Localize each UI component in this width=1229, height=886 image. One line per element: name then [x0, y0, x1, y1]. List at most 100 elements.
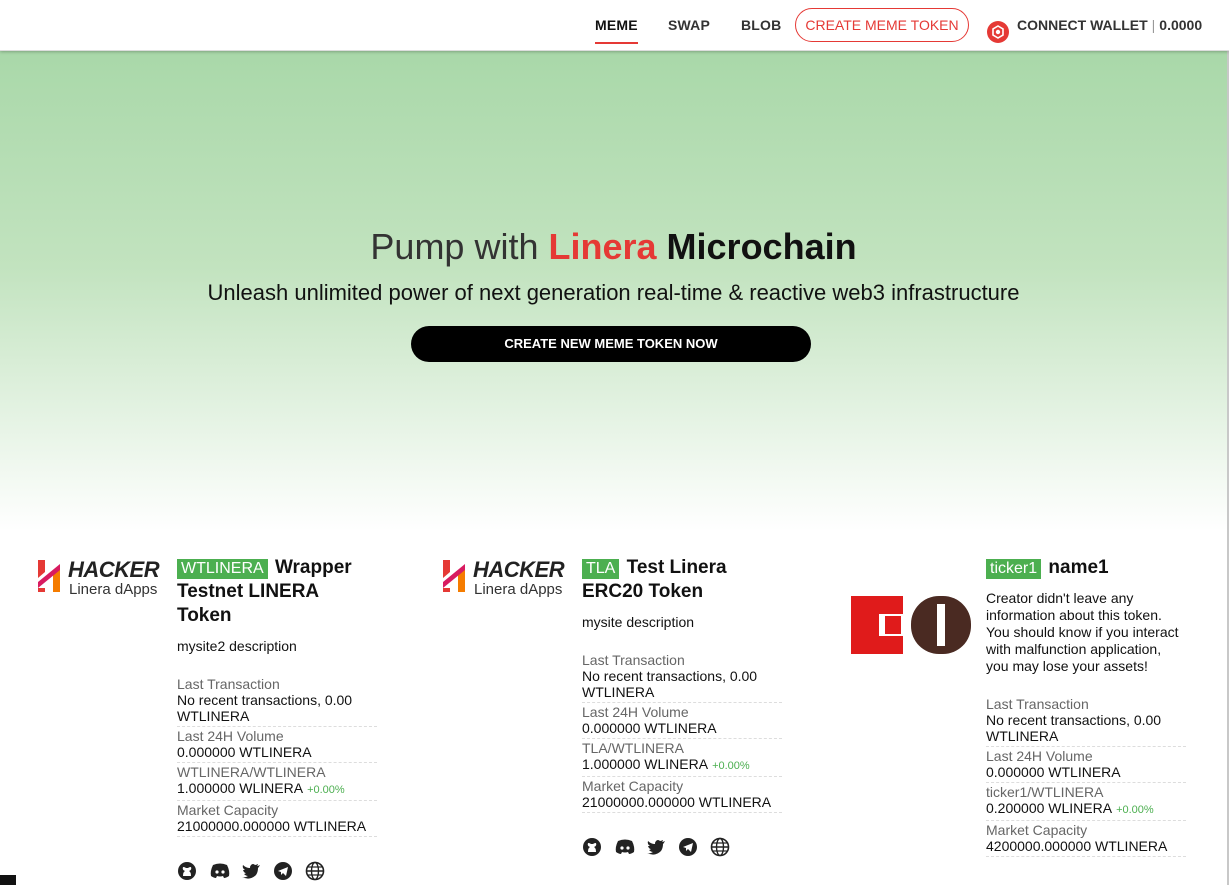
stat-last-transaction: Last Transaction No recent transactions,…	[986, 695, 1186, 747]
hacker-logo-icon	[38, 560, 60, 592]
stat-label: ticker1/WTLINERA	[986, 784, 1104, 800]
token-logo: HACKER Linera dApps	[441, 556, 576, 598]
pair-price: 1.000000 WLINERA	[177, 780, 304, 796]
stat-value: No recent transactions, 0.00 WTLINERA	[582, 668, 758, 700]
token-ticker-badge: TLA	[582, 559, 620, 579]
stat-value: 0.000000 WTLINERA	[177, 744, 312, 760]
globe-icon[interactable]	[305, 861, 325, 881]
token-description: mysite2 description	[177, 638, 297, 654]
token-description: Creator didn't leave any information abo…	[986, 590, 1179, 674]
stat-label: Last Transaction	[582, 652, 685, 668]
hero-title: Pump with Linera Microchain	[0, 226, 1227, 268]
social-links	[177, 861, 377, 881]
linera-logo-icon	[987, 13, 1009, 44]
telegram-icon[interactable]	[678, 837, 698, 857]
token-info: WTLINERA Wrapper Testnet LINERA Token my…	[177, 556, 377, 881]
pair-price: 0.200000 WLINERA	[986, 800, 1113, 816]
stat-pair-price: WTLINERA/WTLINERA 1.000000 WLINERA +0.00%	[177, 763, 377, 801]
token-info: ticker1 name1 Creator didn't leave any i…	[986, 556, 1186, 857]
stat-value: 0.000000 WTLINERA	[582, 720, 717, 736]
stat-label: WTLINERA/WTLINERA	[177, 764, 326, 780]
social-links	[582, 837, 782, 857]
stat-volume: Last 24H Volume 0.000000 WTLINERA	[582, 703, 782, 739]
pair-price: 1.000000 WLINERA	[582, 756, 709, 772]
nav-meme[interactable]: MEME	[595, 0, 638, 50]
hacker-logo-icon	[443, 560, 465, 592]
stat-label: Last 24H Volume	[582, 704, 689, 720]
github-icon[interactable]	[177, 861, 197, 881]
hero-banner: Pump with Linera Microchain Unleash unli…	[0, 51, 1227, 531]
corner-widget	[0, 875, 16, 885]
token-title: WTLINERA Wrapper Testnet LINERA Token	[177, 556, 377, 628]
stat-value: 4200000.000000 WTLINERA	[986, 838, 1168, 854]
hero-title-linera: Linera	[548, 226, 657, 267]
stat-label: Market Capacity	[986, 822, 1088, 838]
create-meme-token-label: CREATE MEME TOKEN	[805, 17, 959, 33]
connect-wallet-label: CONNECT WALLET	[1017, 17, 1148, 33]
wallet-separator: |	[1151, 17, 1156, 33]
token-stats: Last Transaction No recent transactions,…	[177, 675, 377, 837]
token-title: TLA Test Linera ERC20 Token	[582, 556, 782, 604]
stat-value: 1.000000 WLINERA +0.00%	[177, 780, 377, 798]
create-new-meme-token-label: CREATE NEW MEME TOKEN NOW	[504, 336, 718, 351]
connect-wallet-button[interactable]: CONNECT WALLET | 0.0000	[987, 0, 1202, 50]
stat-pair-price: TLA/WTLINERA 1.000000 WLINERA +0.00%	[582, 739, 782, 777]
stat-label: Last 24H Volume	[986, 748, 1093, 764]
twitter-icon[interactable]	[646, 837, 666, 857]
discord-icon[interactable]	[209, 861, 230, 881]
logo-subtitle: Linera dApps	[69, 581, 158, 598]
stat-value: 21000000.000000 WTLINERA	[582, 794, 772, 810]
stat-label: Last Transaction	[177, 676, 280, 692]
stat-market-capacity: Market Capacity 21000000.000000 WTLINERA	[177, 801, 377, 837]
stat-last-transaction: Last Transaction No recent transactions,…	[177, 675, 377, 727]
stat-label: Market Capacity	[582, 778, 684, 794]
create-meme-token-button[interactable]: CREATE MEME TOKEN	[795, 8, 969, 42]
logo-subtitle: Linera dApps	[474, 581, 563, 598]
stat-value: 1.000000 WLINERA +0.00%	[582, 756, 782, 774]
stat-label: TLA/WTLINERA	[582, 740, 684, 756]
stat-volume: Last 24H Volume 0.000000 WTLINERA	[986, 747, 1186, 783]
github-icon[interactable]	[582, 837, 602, 857]
telegram-icon[interactable]	[273, 861, 293, 881]
discord-icon[interactable]	[614, 837, 635, 857]
token-ticker-badge: WTLINERA	[177, 559, 268, 579]
token-info: TLA Test Linera ERC20 Token mysite descr…	[582, 556, 782, 857]
nav-blob[interactable]: BLOB	[741, 0, 781, 50]
stat-label: Last Transaction	[986, 696, 1089, 712]
active-tab-indicator	[595, 42, 638, 44]
token-logo: HACKER Linera dApps	[36, 556, 171, 598]
hero-title-pump: Pump with	[370, 226, 549, 267]
globe-icon[interactable]	[710, 837, 730, 857]
stat-label: Market Capacity	[177, 802, 279, 818]
top-navbar: MEME SWAP BLOB CREATE MEME TOKEN CONNECT…	[0, 0, 1229, 51]
wallet-balance: 0.0000	[1159, 17, 1203, 33]
price-change: +0.00%	[1116, 804, 1154, 816]
token-description: mysite description	[582, 614, 695, 630]
price-change: +0.00%	[712, 760, 750, 772]
stat-label: Last 24H Volume	[177, 728, 284, 744]
stat-value: 0.000000 WTLINERA	[986, 764, 1121, 780]
price-change: +0.00%	[307, 784, 345, 796]
stat-value: 0.200000 WLINERA +0.00%	[986, 800, 1186, 818]
token-title: ticker1 name1	[986, 556, 1186, 580]
stat-market-capacity: Market Capacity 21000000.000000 WTLINERA	[582, 777, 782, 813]
hero-title-microchain: Microchain	[666, 226, 857, 267]
token-image-icon	[851, 596, 971, 654]
logo-title: HACKER	[68, 557, 160, 582]
twitter-icon[interactable]	[241, 861, 261, 881]
stat-last-transaction: Last Transaction No recent transactions,…	[582, 651, 782, 703]
token-stats: Last Transaction No recent transactions,…	[986, 695, 1186, 857]
stat-market-capacity: Market Capacity 4200000.000000 WTLINERA	[986, 821, 1186, 857]
nav-swap[interactable]: SWAP	[668, 0, 710, 50]
stat-value: 21000000.000000 WTLINERA	[177, 818, 367, 834]
token-stats: Last Transaction No recent transactions,…	[582, 651, 782, 813]
logo-title: HACKER	[473, 557, 565, 582]
token-ticker-badge: ticker1	[986, 559, 1042, 579]
nav-meme-label: MEME	[595, 17, 638, 33]
token-name: name1	[1048, 557, 1109, 578]
nav-swap-label: SWAP	[668, 17, 711, 33]
hero-subtitle: Unleash unlimited power of next generati…	[207, 280, 1020, 305]
create-new-meme-token-button[interactable]: CREATE NEW MEME TOKEN NOW	[411, 326, 811, 362]
stat-value: No recent transactions, 0.00 WTLINERA	[986, 712, 1162, 744]
token-logo	[851, 596, 971, 654]
